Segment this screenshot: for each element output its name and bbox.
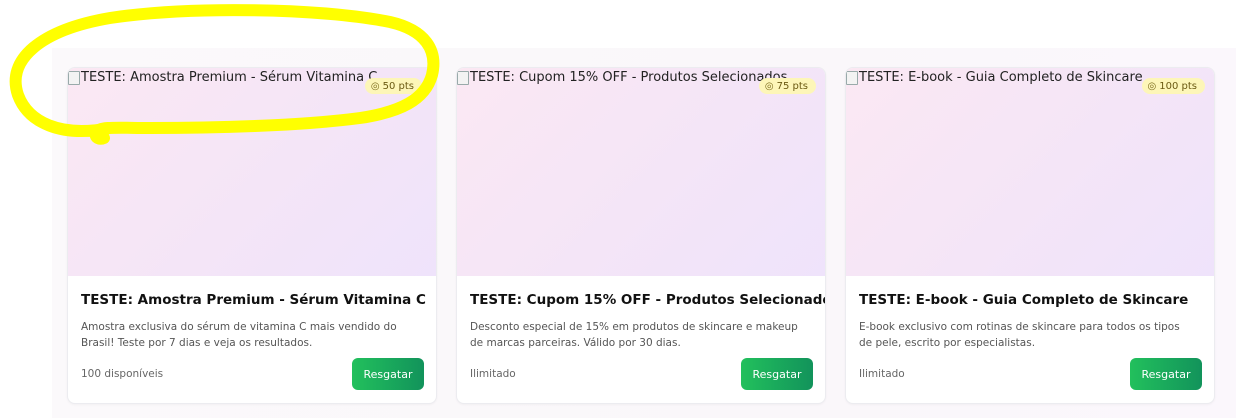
reward-description: Amostra exclusiva do sérum de vitamina C… xyxy=(81,321,397,349)
coins-icon: ◎ xyxy=(1147,80,1157,92)
reward-card: TESTE: Cupom 15% OFF - Produtos Selecion… xyxy=(456,67,826,404)
broken-image-icon xyxy=(846,70,858,85)
reward-card: TESTE: E-book - Guia Completo de Skincar… xyxy=(845,67,1215,404)
reward-title: TESTE: Cupom 15% OFF - Produtos Selecion… xyxy=(470,292,826,308)
broken-image-icon xyxy=(457,70,469,85)
reward-availability: 100 disponíveis xyxy=(81,368,164,380)
points-value: 75 pts xyxy=(776,80,808,92)
broken-image-alt: TESTE: E-book - Guia Completo de Skincar… xyxy=(846,70,1143,85)
reward-description: Desconto especial de 15% em produtos de … xyxy=(470,321,798,349)
broken-image-icon xyxy=(68,70,80,85)
reward-title: TESTE: E-book - Guia Completo de Skincar… xyxy=(859,292,1189,308)
reward-card: TESTE: Amostra Premium - Sérum Vitamina … xyxy=(67,67,437,404)
image-alt-text: TESTE: Amostra Premium - Sérum Vitamina … xyxy=(81,70,378,85)
points-badge: ◎ 50 pts xyxy=(364,78,422,94)
reward-title: TESTE: Amostra Premium - Sérum Vitamina … xyxy=(81,292,426,308)
image-alt-text: TESTE: E-book - Guia Completo de Skincar… xyxy=(859,70,1143,85)
reward-availability: Ilimitado xyxy=(470,368,516,380)
image-alt-text: TESTE: Cupom 15% OFF - Produtos Selecion… xyxy=(470,70,788,85)
points-value: 50 pts xyxy=(382,80,414,92)
points-badge: ◎ 75 pts xyxy=(758,78,816,94)
reward-image: TESTE: Amostra Premium - Sérum Vitamina … xyxy=(68,68,436,276)
reward-description: E-book exclusivo com rotinas de skincare… xyxy=(859,321,1180,349)
broken-image-alt: TESTE: Cupom 15% OFF - Produtos Selecion… xyxy=(457,70,787,85)
coins-icon: ◎ xyxy=(764,80,774,92)
broken-image-alt: TESTE: Amostra Premium - Sérum Vitamina … xyxy=(68,70,377,85)
reward-image: TESTE: Cupom 15% OFF - Produtos Selecion… xyxy=(457,68,825,276)
coins-icon: ◎ xyxy=(370,80,380,92)
reward-image: TESTE: E-book - Guia Completo de Skincar… xyxy=(846,68,1214,276)
redeem-button[interactable]: Resgatar xyxy=(352,358,424,390)
redeem-button[interactable]: Resgatar xyxy=(1130,358,1202,390)
redeem-button[interactable]: Resgatar xyxy=(741,358,813,390)
reward-availability: Ilimitado xyxy=(859,368,905,380)
points-badge: ◎ 100 pts xyxy=(1141,78,1205,94)
points-value: 100 pts xyxy=(1159,80,1197,92)
